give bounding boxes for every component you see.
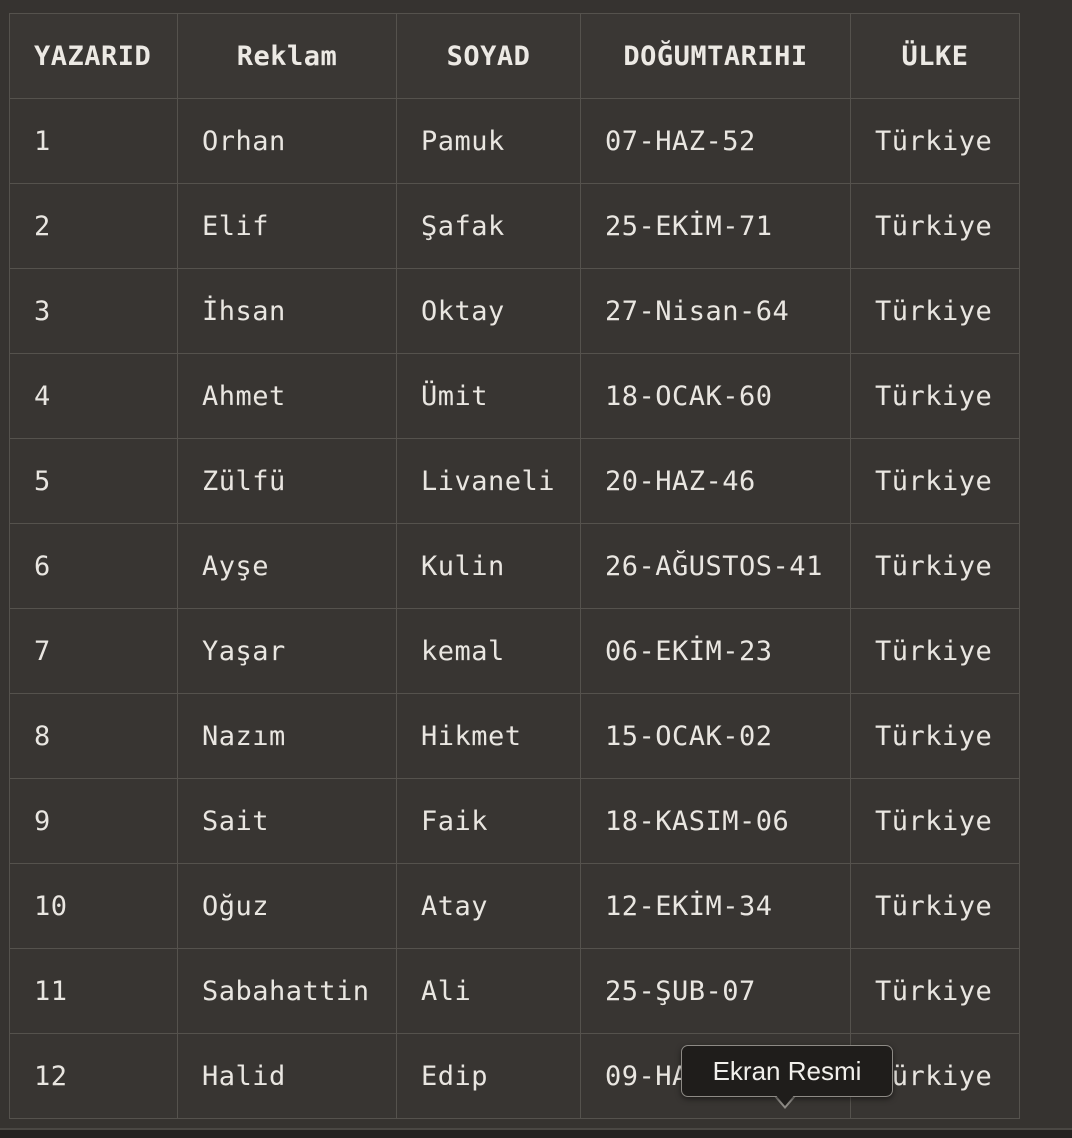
cell-reklam[interactable]: Halid [177,1033,397,1119]
cell-soyad[interactable]: Livaneli [396,438,581,524]
cell-ulke[interactable]: Türkiye [850,183,1020,269]
cell-reklam[interactable]: Elif [177,183,397,269]
cell-yazarid[interactable]: 3 [9,268,178,354]
cell-soyad[interactable]: Pamuk [396,98,581,184]
cell-ulke[interactable]: Türkiye [850,608,1020,694]
bottom-edge-bar [0,1128,1072,1138]
cell-ulke[interactable]: Türkiye [850,438,1020,524]
column-header-yazarid[interactable]: YAZARID [9,13,178,99]
cell-reklam[interactable]: Sabahattin [177,948,397,1034]
table-row[interactable]: 11 Sabahattin Ali 25-ŞUB-07 Türkiye [9,948,1020,1034]
cell-soyad[interactable]: Edip [396,1033,581,1119]
table-header-row: YAZARID Reklam SOYAD DOĞUMTARIHI ÜLKE [9,13,1020,99]
table-row[interactable]: 1 Orhan Pamuk 07-HAZ-52 Türkiye [9,98,1020,184]
cell-ulke[interactable]: Türkiye [850,948,1020,1034]
cell-yazarid[interactable]: 6 [9,523,178,609]
table-row[interactable]: 8 Nazım Hikmet 15-OCAK-02 Türkiye [9,693,1020,779]
cell-soyad[interactable]: Ümit [396,353,581,439]
cell-yazarid[interactable]: 2 [9,183,178,269]
scroll-gutter [1019,0,1072,1138]
cell-soyad[interactable]: kemal [396,608,581,694]
cell-reklam[interactable]: Ahmet [177,353,397,439]
cell-dogumtarihi[interactable]: 26-AĞUSTOS-41 [580,523,851,609]
cell-reklam[interactable]: Nazım [177,693,397,779]
cell-ulke[interactable]: Türkiye [850,778,1020,864]
cell-dogumtarihi[interactable]: 07-HAZ-52 [580,98,851,184]
screenshot-stage: YAZARID Reklam SOYAD DOĞUMTARIHI ÜLKE 1O… [0,0,1072,1138]
table-body: 1 Orhan Pamuk 07-HAZ-52 Türkiye 2 Elif Şafak 25-… [9,98,1020,1119]
cell-soyad[interactable]: Oktay [396,268,581,354]
cell-dogumtarihi[interactable]: 06-EKİM-23 [580,608,851,694]
cell-soyad[interactable]: Şafak [396,183,581,269]
cell-dogumtarihi[interactable]: 18-KASIM-06 [580,778,851,864]
column-header-dogumtarihi[interactable]: DOĞUMTARIHI [580,13,851,99]
cell-reklam[interactable]: Ayşe [177,523,397,609]
cell-dogumtarihi[interactable]: 18-OCAK-60 [580,353,851,439]
cell-ulke[interactable]: Türkiye [850,268,1020,354]
cell-ulke[interactable]: Türkiye [850,353,1020,439]
cell-yazarid[interactable]: 12 [9,1033,178,1119]
cell-dogumtarihi[interactable]: 25-EKİM-71 [580,183,851,269]
cell-reklam[interactable]: Zülfü [177,438,397,524]
cell-dogumtarihi[interactable]: 20-HAZ-46 [580,438,851,524]
cell-reklam[interactable]: Orhan [177,98,397,184]
table-row[interactable]: 5 Zülfü Livaneli 20-HAZ-46 Türkiye [9,438,1020,524]
cell-yazarid[interactable]: 7 [9,608,178,694]
cell-yazarid[interactable]: 11 [9,948,178,1034]
cell-yazarid[interactable]: 1 [9,98,178,184]
screenshot-tooltip: Ekran Resmi [681,1045,893,1097]
table-row[interactable]: 3 İhsan Oktay 27-Nisan-64 Türkiye [9,268,1020,354]
cell-dogumtarihi[interactable]: 12-EKİM-34 [580,863,851,949]
cell-soyad[interactable]: Faik [396,778,581,864]
cell-ulke[interactable]: Türkiye [850,523,1020,609]
cell-ulke[interactable]: Türkiye [850,98,1020,184]
cell-dogumtarihi[interactable]: 15-OCAK-02 [580,693,851,779]
table-row[interactable]: 10 Oğuz Atay 12-EKİM-34 Türkiye [9,863,1020,949]
cell-ulke[interactable]: Türkiye [850,863,1020,949]
data-table-container: YAZARID Reklam SOYAD DOĞUMTARIHI ÜLKE 1O… [9,13,1020,1119]
column-header-reklam[interactable]: Reklam [177,13,397,99]
column-header-ulke[interactable]: ÜLKE [850,13,1020,99]
cell-reklam[interactable]: Oğuz [177,863,397,949]
cell-yazarid[interactable]: 10 [9,863,178,949]
cell-soyad[interactable]: Atay [396,863,581,949]
cell-ulke[interactable]: Türkiye [850,693,1020,779]
cell-yazarid[interactable]: 8 [9,693,178,779]
cell-reklam[interactable]: İhsan [177,268,397,354]
table-row[interactable]: 6 Ayşe Kulin 26-AĞUSTOS-41 Türkiye [9,523,1020,609]
cell-yazarid[interactable]: 5 [9,438,178,524]
authors-table: YAZARID Reklam SOYAD DOĞUMTARIHI ÜLKE 1O… [9,13,1020,1119]
cell-soyad[interactable]: Kulin [396,523,581,609]
column-header-soyad[interactable]: SOYAD [396,13,581,99]
cell-reklam[interactable]: Sait [177,778,397,864]
cell-dogumtarihi[interactable]: 25-ŞUB-07 [580,948,851,1034]
table-row[interactable]: 7 Yaşar kemal 06-EKİM-23 Türkiye [9,608,1020,694]
tooltip-arrow [774,1093,796,1106]
tooltip-label: Ekran Resmi [712,1055,862,1086]
cell-dogumtarihi[interactable]: 27-Nisan-64 [580,268,851,354]
cell-soyad[interactable]: Ali [396,948,581,1034]
cell-yazarid[interactable]: 4 [9,353,178,439]
cell-yazarid[interactable]: 9 [9,778,178,864]
table-row[interactable]: 2 Elif Şafak 25-EKİM-71 Türkiye [9,183,1020,269]
table-row[interactable]: 4 Ahmet Ümit 18-OCAK-60 Türkiye [9,353,1020,439]
table-row[interactable]: 9 Sait Faik 18-KASIM-06 Türkiye [9,778,1020,864]
cell-soyad[interactable]: Hikmet [396,693,581,779]
cell-reklam[interactable]: Yaşar [177,608,397,694]
